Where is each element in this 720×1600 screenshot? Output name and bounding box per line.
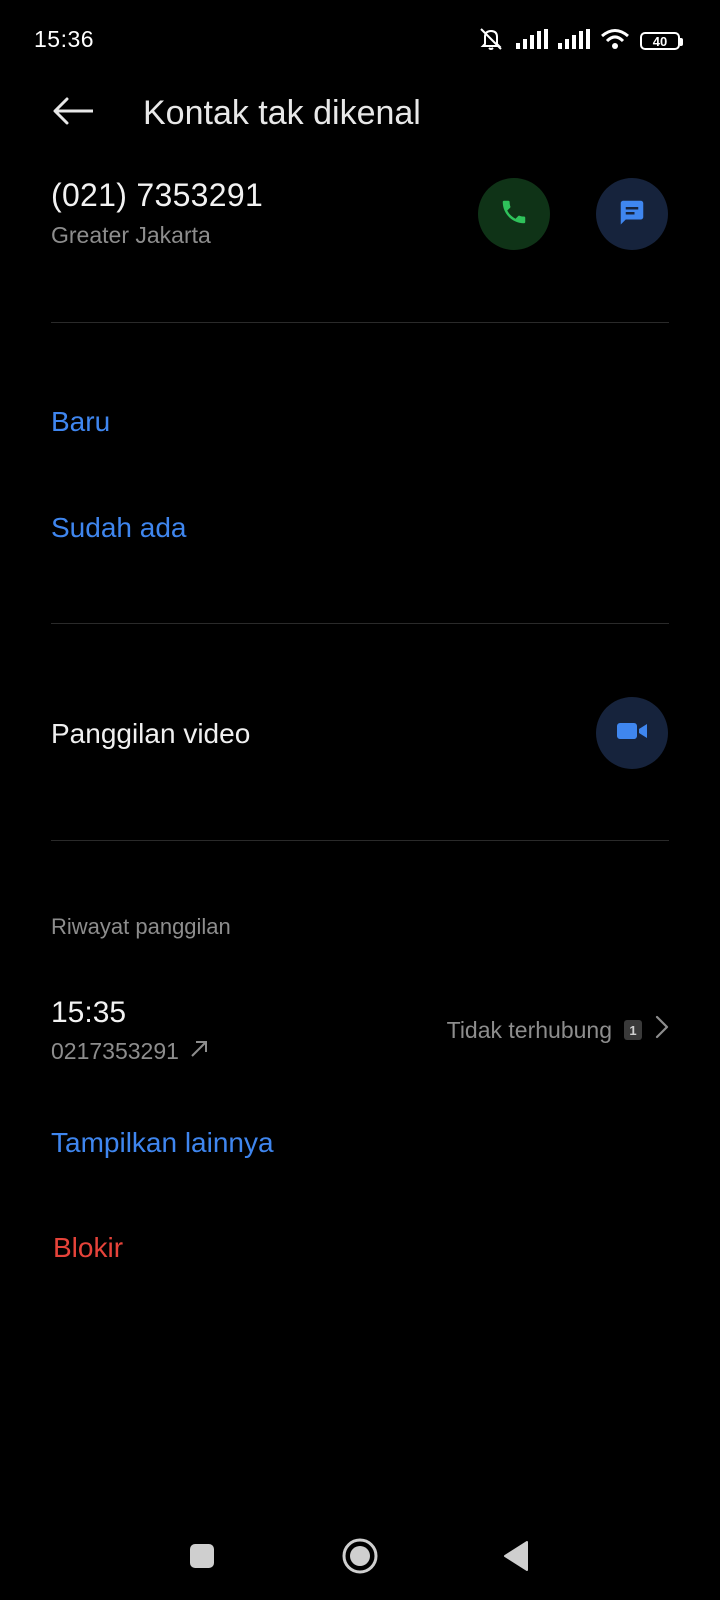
divider — [51, 322, 669, 323]
block-button[interactable]: Blokir — [53, 1232, 123, 1264]
arrow-left-icon — [53, 97, 95, 130]
home-icon — [341, 1538, 379, 1579]
page-title: Kontak tak dikenal — [143, 94, 421, 132]
message-button[interactable] — [596, 178, 668, 250]
nav-back-button[interactable] — [503, 1540, 529, 1572]
video-call-label: Panggilan video — [51, 718, 251, 749]
triangle-back-icon — [503, 1541, 529, 1576]
back-button[interactable] — [44, 88, 104, 138]
call-status: Tidak terhubung — [446, 1016, 612, 1043]
call-history-item[interactable]: Tidak terhubung 1 — [447, 1014, 670, 1046]
video-call-button[interactable] — [596, 697, 668, 769]
outgoing-arrow-icon — [189, 1038, 209, 1065]
call-history-time: 15:35 — [51, 996, 127, 1029]
call-button[interactable] — [478, 178, 550, 250]
status-icons: 40 — [476, 26, 683, 57]
recent-apps-button[interactable] — [190, 1544, 214, 1568]
signal-icon-2 — [558, 28, 590, 54]
video-camera-icon — [615, 719, 649, 748]
signal-icon — [516, 28, 548, 54]
divider — [51, 840, 669, 841]
status-time: 15:36 — [34, 26, 95, 52]
divider — [51, 623, 669, 624]
silent-icon — [476, 26, 506, 57]
message-icon — [617, 197, 647, 232]
call-history-number-text: 0217353291 — [51, 1038, 179, 1064]
contact-location: Greater Jakarta — [51, 222, 211, 248]
show-more-button[interactable]: Tampilkan lainnya — [51, 1127, 274, 1159]
phone-icon — [499, 197, 529, 232]
call-history-number: 0217353291 — [51, 1038, 209, 1065]
home-button[interactable] — [341, 1537, 379, 1575]
call-history-label: Riwayat panggilan — [51, 914, 231, 939]
existing-contact-button[interactable]: Sudah ada — [51, 512, 186, 544]
wifi-icon — [600, 28, 630, 55]
contact-phone-number: (021) 7353291 — [51, 177, 264, 213]
battery-icon: 40 — [640, 32, 683, 50]
sim-badge: 1 — [624, 1020, 642, 1040]
new-contact-button[interactable]: Baru — [51, 406, 110, 438]
chevron-right-icon — [654, 1014, 670, 1046]
